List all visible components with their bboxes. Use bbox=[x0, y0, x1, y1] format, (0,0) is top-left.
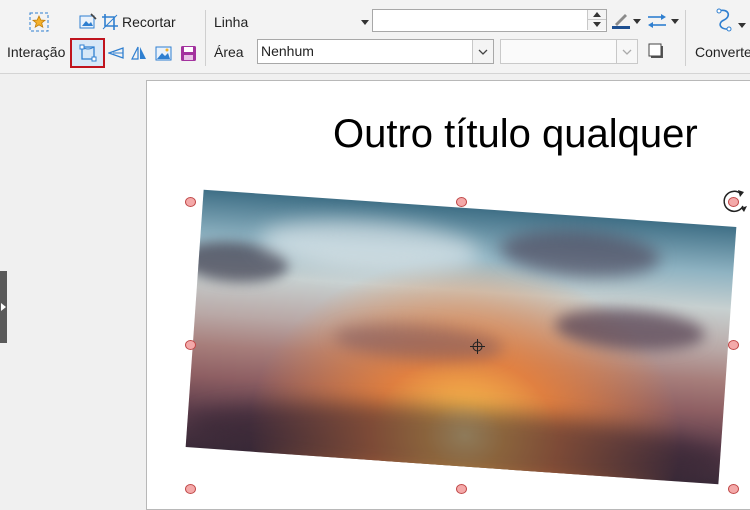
chevron-down-icon bbox=[633, 18, 641, 24]
chevron-down-icon bbox=[738, 22, 746, 28]
area-label: Área bbox=[214, 44, 244, 60]
sidebar-toggle-tab[interactable] bbox=[0, 271, 7, 343]
line-label: Linha bbox=[214, 14, 249, 30]
shadow-toggle-button[interactable] bbox=[645, 40, 667, 62]
area-fill-dropdown-arrow[interactable] bbox=[472, 40, 493, 63]
area-secondary-select[interactable] bbox=[500, 39, 638, 64]
convert-icon bbox=[716, 8, 732, 32]
chevron-down-icon bbox=[478, 49, 488, 55]
shadow-icon bbox=[108, 47, 124, 59]
slide-title[interactable]: Outro título qualquer bbox=[333, 112, 698, 157]
flip-icon bbox=[131, 46, 146, 60]
interaction-label: Interação bbox=[7, 44, 66, 60]
convert-button[interactable]: Converter bbox=[692, 8, 750, 68]
save-image-button[interactable] bbox=[177, 42, 199, 64]
transformations-button[interactable] bbox=[70, 38, 105, 68]
chevron-down-icon bbox=[361, 19, 369, 25]
chevron-down-icon bbox=[671, 18, 679, 24]
arrow-style-icon bbox=[648, 14, 666, 28]
convert-label: Converter bbox=[695, 44, 750, 60]
line-width-field[interactable] bbox=[372, 9, 607, 32]
resize-handle-left[interactable] bbox=[185, 340, 196, 350]
line-style-dropdown-arrow[interactable] bbox=[358, 14, 372, 30]
area-secondary-dropdown-arrow[interactable] bbox=[616, 40, 637, 63]
resize-handle-right[interactable] bbox=[728, 340, 739, 350]
flip-button[interactable] bbox=[129, 42, 149, 64]
cloud-shape bbox=[498, 225, 662, 282]
chevron-down-icon bbox=[622, 49, 632, 55]
line-width-spinner[interactable] bbox=[587, 10, 606, 30]
crop-icon bbox=[102, 14, 118, 30]
sunset-image[interactable] bbox=[185, 189, 737, 485]
replace-image-icon bbox=[155, 46, 171, 60]
rotate-icon[interactable] bbox=[719, 186, 749, 216]
spin-down-icon[interactable] bbox=[588, 19, 606, 29]
line-color-button[interactable] bbox=[609, 10, 643, 32]
shadow-button[interactable] bbox=[106, 42, 126, 64]
arrow-style-button[interactable] bbox=[645, 10, 681, 32]
image-edit-icon bbox=[79, 13, 97, 29]
line-color-icon bbox=[612, 14, 630, 29]
resize-handle-top-left[interactable] bbox=[185, 197, 196, 207]
edit-image-button[interactable] bbox=[77, 11, 99, 33]
crop-button[interactable]: Recortar bbox=[101, 11, 183, 33]
transformations-icon bbox=[79, 44, 96, 62]
properties-toolbar: Recortar Interação Linha Área Nenhum Con… bbox=[0, 0, 750, 74]
replace-image-button[interactable] bbox=[152, 42, 174, 64]
cloud-shape bbox=[258, 213, 482, 280]
area-fill-value: Nenhum bbox=[261, 43, 314, 59]
toolbar-separator bbox=[685, 10, 686, 66]
center-crosshair-icon bbox=[470, 339, 485, 354]
shadow-toggle-icon bbox=[648, 43, 663, 58]
star-image-icon bbox=[29, 12, 49, 32]
chevron-right-icon bbox=[1, 303, 6, 311]
resize-handle-top[interactable] bbox=[456, 197, 467, 207]
area-fill-select[interactable]: Nenhum bbox=[257, 39, 494, 64]
save-image-icon bbox=[180, 45, 196, 61]
cloud-shape bbox=[553, 304, 707, 355]
spin-up-icon[interactable] bbox=[588, 10, 606, 19]
toolbar-separator bbox=[205, 10, 206, 66]
crop-label: Recortar bbox=[122, 14, 176, 30]
interaction-image-button[interactable] bbox=[27, 11, 51, 33]
